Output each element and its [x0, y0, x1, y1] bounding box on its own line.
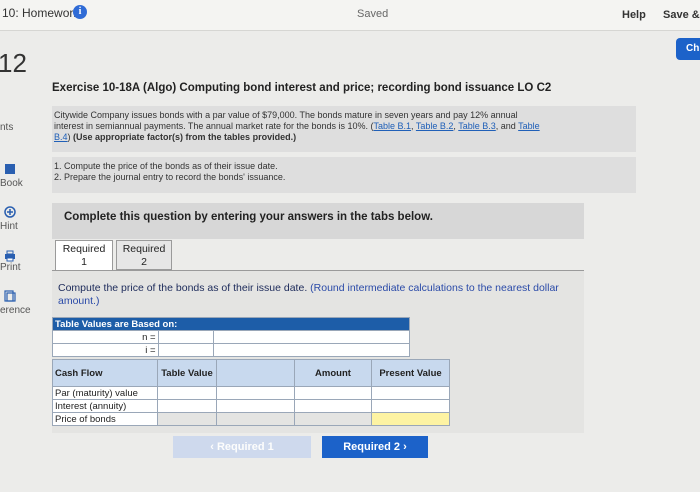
- col-cash-flow: Cash Flow: [52, 359, 158, 387]
- tab-required-1[interactable]: Required 1: [55, 240, 113, 270]
- spacer-cell: [294, 412, 372, 426]
- n-input[interactable]: [157, 330, 214, 344]
- tab-number: 1: [81, 256, 87, 268]
- table-b3-link[interactable]: Table B.3: [458, 121, 496, 131]
- table-values-grid: Table Values are Based on: n = i =: [52, 317, 411, 357]
- tab-instruction: Compute the price of the bonds as of the…: [58, 282, 578, 308]
- n-label: n =: [52, 330, 159, 344]
- question-number: 12: [0, 48, 27, 78]
- sidebar-item-book[interactable]: Book: [0, 178, 23, 189]
- amount-input[interactable]: [294, 399, 372, 413]
- problem-statement: Citywide Company issues bonds with a par…: [52, 106, 636, 152]
- col-table-value: Table Value: [157, 359, 217, 387]
- tab-label: Required: [62, 243, 106, 255]
- tab-number: 2: [141, 256, 147, 268]
- exercise-title: Exercise 10-18A (Algo) Computing bond in…: [52, 82, 552, 94]
- table-row: Par (maturity) value: [52, 386, 450, 400]
- row-label: Interest (annuity): [52, 399, 158, 413]
- help-button[interactable]: Help: [622, 9, 646, 21]
- present-value-input[interactable]: [371, 399, 450, 413]
- table-b2-link[interactable]: Table B.2: [416, 121, 454, 131]
- amount-input[interactable]: [294, 386, 372, 400]
- task-2: 2. Prepare the journal entry to record t…: [54, 172, 286, 182]
- spacer-cell: [216, 412, 295, 426]
- cash-flow-table: Cash Flow Table Value Amount Present Val…: [52, 359, 450, 426]
- problem-line-2: interest in semiannual payments. The ann…: [54, 121, 540, 131]
- table-b4-link-part2[interactable]: B.4: [54, 132, 68, 142]
- price-total-input[interactable]: [371, 412, 450, 426]
- spacer-cell: [216, 399, 295, 413]
- present-value-input[interactable]: [371, 386, 450, 400]
- table-b1-link[interactable]: Table B.1: [374, 121, 412, 131]
- chevron-left-icon: ‹: [210, 441, 214, 453]
- chevron-right-icon: ›: [403, 441, 407, 453]
- prev-tab-button[interactable]: ‹ Required 1: [173, 436, 311, 458]
- task-list: 1. Compute the price of the bonds as of …: [52, 157, 636, 193]
- next-tab-label: Required 2: [343, 441, 401, 453]
- problem-line-1: Citywide Company issues bonds with a par…: [54, 110, 518, 120]
- sidebar-item-print[interactable]: Print: [0, 262, 21, 273]
- table-value-input[interactable]: [157, 399, 217, 413]
- info-icon[interactable]: i: [73, 5, 87, 19]
- table-value-input[interactable]: [157, 386, 217, 400]
- col-present-value: Present Value: [371, 359, 450, 387]
- blank-cell: [212, 343, 411, 357]
- row-label: Price of bonds: [52, 412, 158, 426]
- col-amount: Amount: [294, 359, 372, 387]
- problem-text: interest in semiannual payments. The ann…: [54, 121, 374, 131]
- complete-banner: Complete this question by entering your …: [52, 203, 584, 239]
- next-tab-button[interactable]: Required 2 ›: [322, 436, 428, 458]
- save-exit-button[interactable]: Save &: [663, 9, 700, 21]
- problem-line-3: B.4) (Use appropriate factor(s) from the…: [54, 132, 636, 143]
- instruction-emphasis: (Use appropriate factor(s) from the tabl…: [73, 132, 297, 142]
- hint-icon[interactable]: [4, 206, 16, 218]
- paren-close: ): [67, 132, 71, 142]
- and-text: , and: [495, 121, 519, 131]
- book-icon[interactable]: [4, 163, 16, 175]
- spacer-cell: [216, 386, 295, 400]
- assignment-title: 10: Homework: [2, 6, 80, 20]
- save-status: Saved: [357, 8, 389, 20]
- top-bar: 10: Homework i Saved Help Save &: [0, 0, 700, 31]
- sidebar-item-reference[interactable]: erence: [0, 305, 31, 316]
- prev-tab-label: Required 1: [216, 441, 274, 453]
- row-label: Par (maturity) value: [52, 386, 158, 400]
- task-1: 1. Compute the price of the bonds as of …: [54, 161, 278, 171]
- col-spacer: [216, 359, 295, 387]
- tab-label: Required: [122, 243, 166, 255]
- i-label: i =: [52, 343, 159, 357]
- instruction-main: Compute the price of the bonds as of the…: [58, 282, 308, 294]
- tab-required-2[interactable]: Required 2: [116, 240, 172, 270]
- table-b4-link-part1[interactable]: Table: [518, 121, 540, 131]
- i-input[interactable]: [157, 343, 214, 357]
- blank-cell: [212, 330, 411, 344]
- reference-icon[interactable]: [4, 290, 16, 302]
- sidebar-item-hint[interactable]: Hint: [0, 221, 18, 232]
- check-my-work-button[interactable]: Ch: [676, 38, 700, 60]
- points-label: nts: [0, 122, 14, 133]
- spacer-cell: [157, 412, 217, 426]
- table-row: Price of bonds: [52, 412, 450, 426]
- print-icon[interactable]: [4, 250, 16, 262]
- table-values-header: Table Values are Based on:: [52, 317, 410, 331]
- table-row: Interest (annuity): [52, 399, 450, 413]
